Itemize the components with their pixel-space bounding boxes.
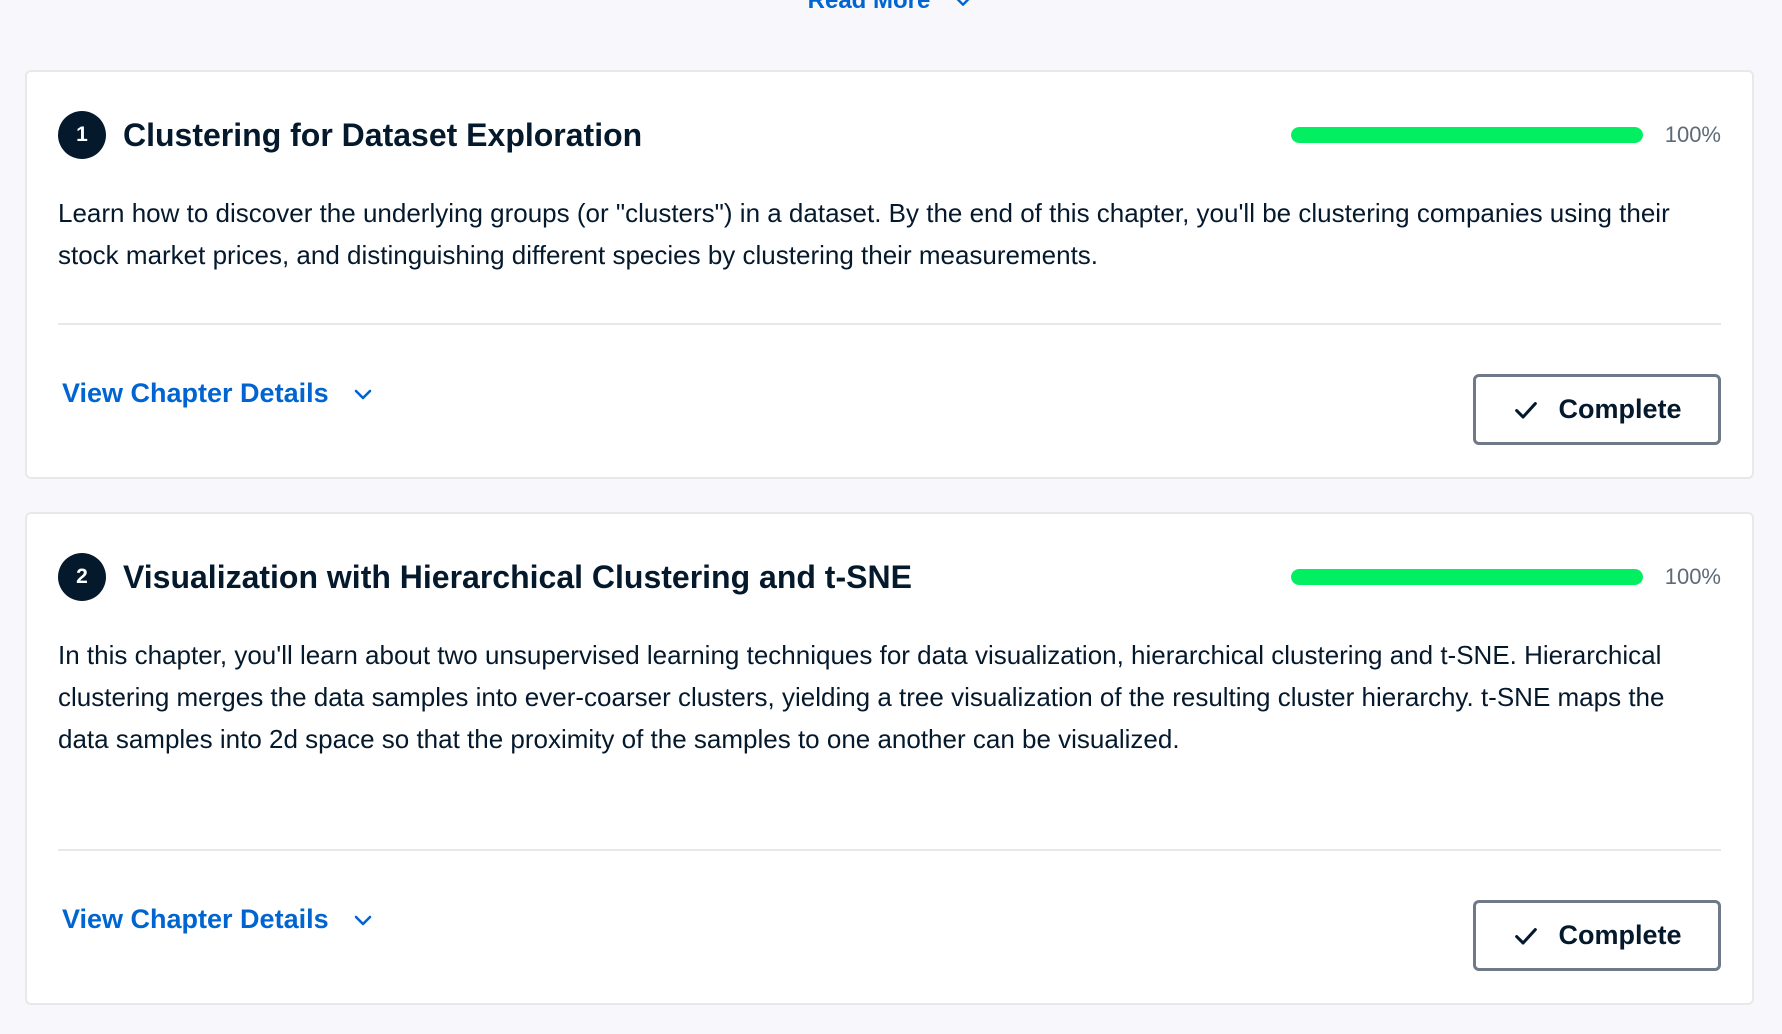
view-chapter-details-label: View Chapter Details bbox=[62, 904, 329, 934]
chapter-progress: 100% bbox=[1291, 122, 1721, 148]
read-more-link[interactable]: Read More bbox=[0, 0, 1782, 16]
chapter-progress: 100% bbox=[1291, 564, 1721, 590]
chapter-title: Visualization with Hierarchical Clusteri… bbox=[123, 558, 912, 595]
chevron-down-icon bbox=[354, 915, 371, 925]
complete-button-label: Complete bbox=[1558, 920, 1682, 950]
view-chapter-details-label: View Chapter Details bbox=[62, 378, 329, 408]
divider bbox=[58, 323, 1721, 325]
view-chapter-details-link[interactable]: View Chapter Details bbox=[62, 378, 375, 409]
chapter-card: 2 Visualization with Hierarchical Cluste… bbox=[25, 512, 1754, 1005]
progress-percent: 100% bbox=[1664, 564, 1721, 589]
progress-bar-track bbox=[1291, 569, 1643, 585]
checkmark-icon bbox=[1515, 927, 1538, 945]
progress-bar-fill bbox=[1291, 569, 1643, 585]
chapter-title: Clustering for Dataset Exploration bbox=[123, 116, 643, 153]
checkmark-icon bbox=[1515, 401, 1538, 419]
chapter-description: In this chapter, you'll learn about two … bbox=[58, 640, 1665, 754]
chevron-down-icon bbox=[956, 0, 970, 6]
read-more-label: Read More bbox=[807, 0, 931, 14]
chapter-number-badge: 2 bbox=[58, 553, 106, 601]
progress-percent: 100% bbox=[1664, 122, 1721, 147]
view-chapter-details-link[interactable]: View Chapter Details bbox=[62, 904, 375, 935]
chevron-down-icon bbox=[354, 389, 371, 399]
complete-button-label: Complete bbox=[1558, 394, 1682, 424]
chapter-description: Learn how to discover the underlying gro… bbox=[58, 198, 1670, 270]
chapter-header: 1 Clustering for Dataset Exploration 100… bbox=[58, 110, 1721, 160]
chapter-card: 1 Clustering for Dataset Exploration 100… bbox=[25, 70, 1754, 479]
complete-button[interactable]: Complete bbox=[1473, 900, 1721, 971]
chapter-header: 2 Visualization with Hierarchical Cluste… bbox=[58, 552, 1721, 602]
progress-bar-track bbox=[1291, 127, 1643, 143]
complete-button[interactable]: Complete bbox=[1473, 374, 1721, 445]
divider bbox=[58, 849, 1721, 851]
progress-bar-fill bbox=[1291, 127, 1643, 143]
chapter-number-badge: 1 bbox=[58, 111, 106, 159]
